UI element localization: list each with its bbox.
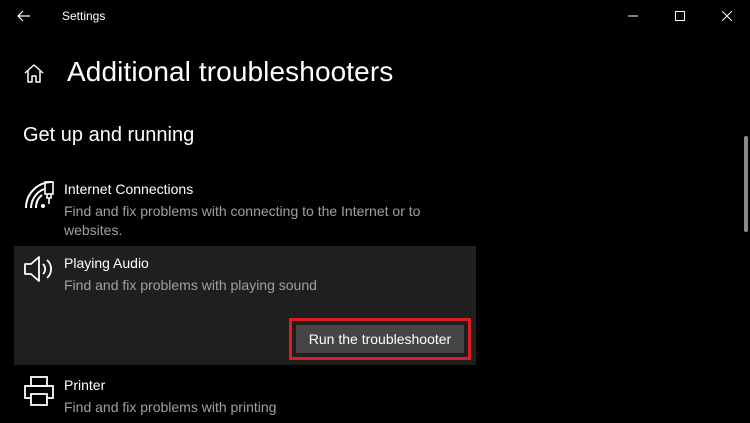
- maximize-icon: [675, 11, 685, 21]
- minimize-button[interactable]: [610, 0, 656, 32]
- item-name: Internet Connections: [64, 181, 194, 197]
- wifi-network-icon: [22, 178, 56, 212]
- app-title: Settings: [62, 9, 106, 23]
- page-title: Additional troubleshooters: [67, 56, 394, 87]
- speaker-icon: [22, 252, 56, 286]
- close-button[interactable]: [704, 0, 750, 32]
- troubleshooter-item-playing-audio[interactable]: Playing Audio Find and fix problems with…: [14, 246, 476, 365]
- run-troubleshooter-button[interactable]: Run the troubleshooter: [296, 325, 464, 353]
- title-bar: Settings: [0, 0, 750, 32]
- item-description: Find and fix problems with playing sound: [64, 277, 317, 293]
- home-button[interactable]: [22, 62, 46, 86]
- maximize-button[interactable]: [657, 0, 703, 32]
- scrollbar[interactable]: [742, 32, 750, 423]
- troubleshooter-item-printer[interactable]: Printer Find and fix problems with print…: [14, 368, 476, 423]
- item-description: Find and fix problems with printing: [64, 399, 277, 415]
- item-name: Printer: [64, 377, 106, 393]
- minimize-icon: [628, 15, 638, 17]
- printer-icon: [22, 374, 56, 408]
- close-icon: [722, 11, 732, 21]
- back-arrow-icon: [17, 10, 30, 22]
- home-icon: [24, 64, 44, 83]
- highlight-outline: Run the troubleshooter: [289, 318, 471, 360]
- back-button[interactable]: [10, 4, 38, 28]
- item-name: Playing Audio: [64, 255, 149, 271]
- troubleshooter-item-internet-connections[interactable]: Internet Connections Find and fix proble…: [14, 172, 476, 242]
- section-title: Get up and running: [23, 124, 195, 146]
- item-description: Find and fix problems with connecting to…: [64, 203, 421, 238]
- scrollbar-thumb[interactable]: [744, 136, 748, 232]
